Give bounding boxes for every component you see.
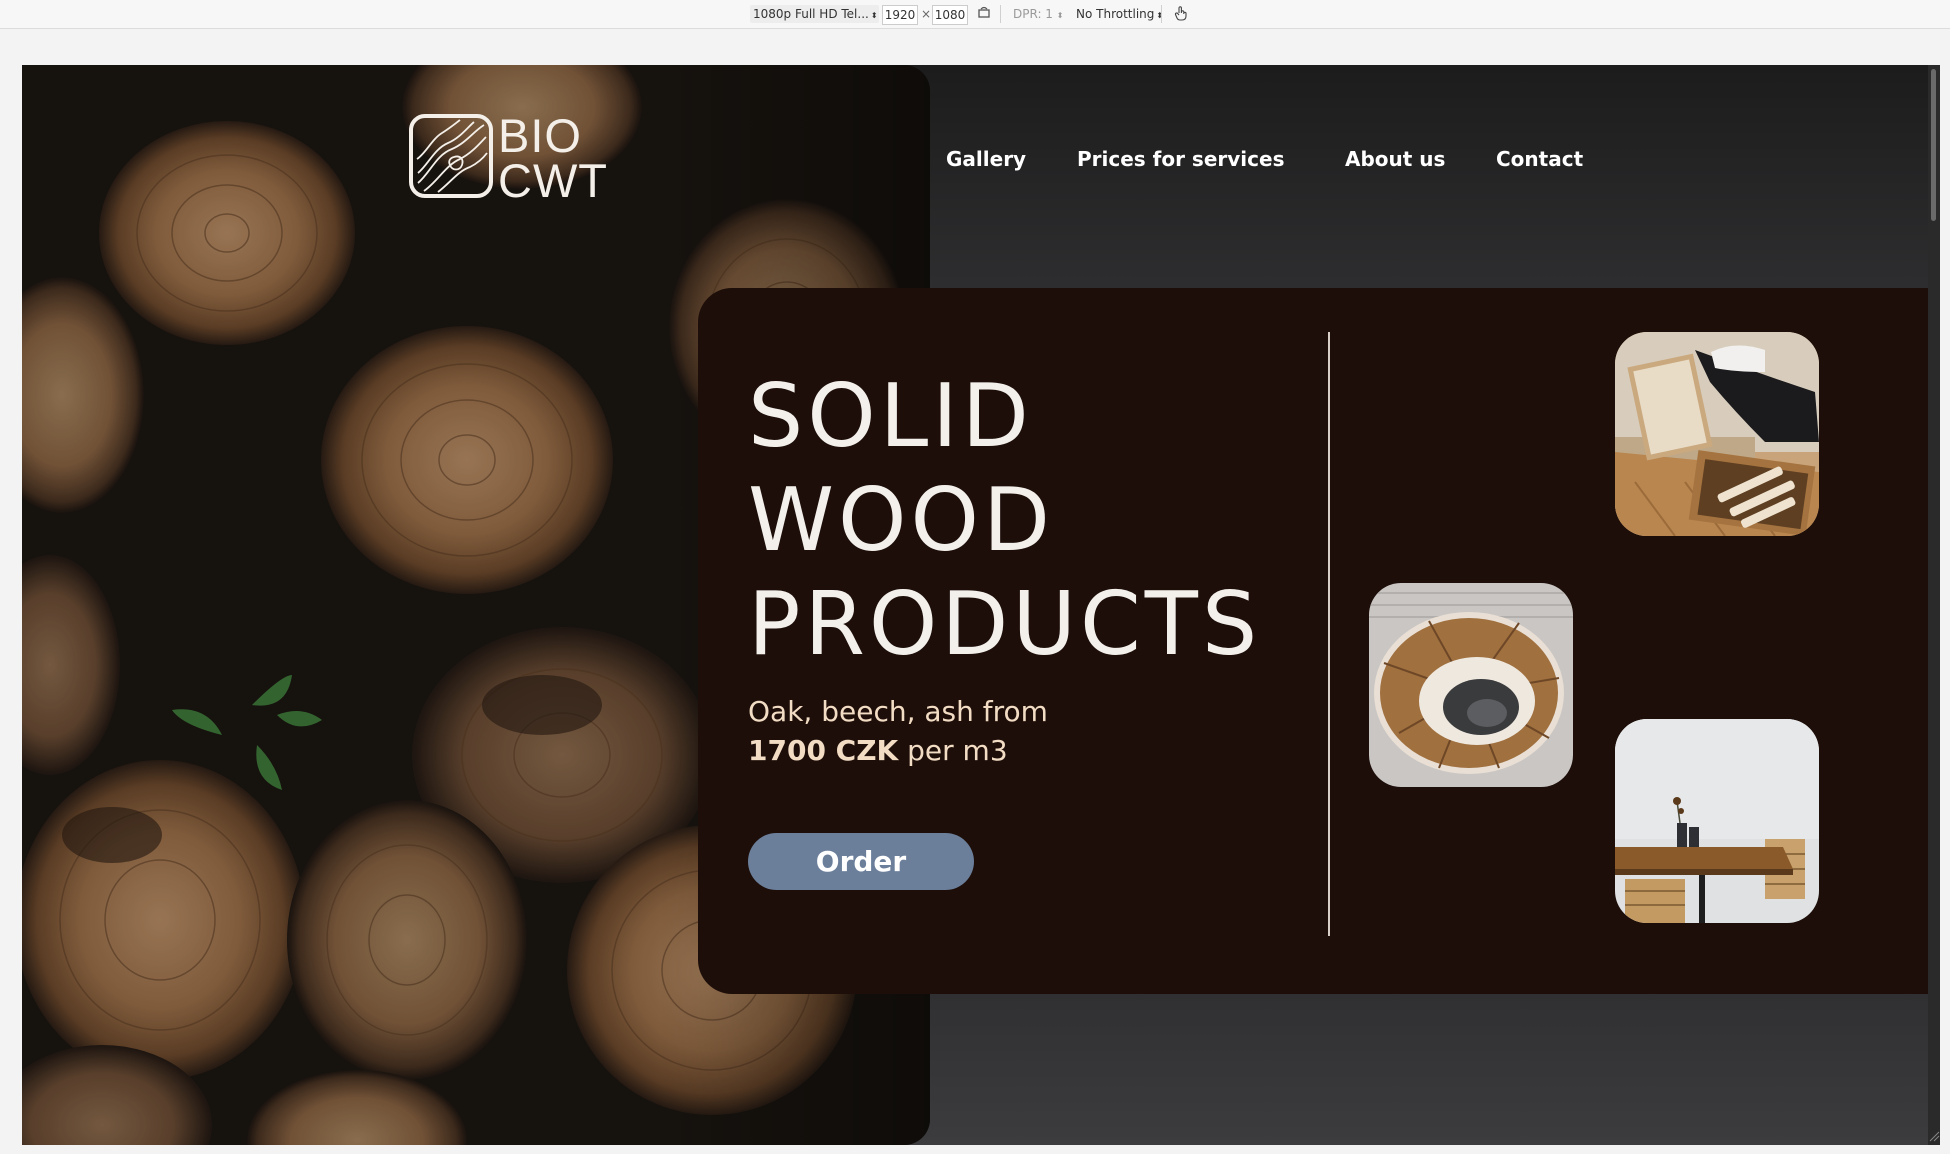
height-input[interactable]: 1080 xyxy=(932,5,968,25)
device-select-label: 1080p Full HD Tel... xyxy=(753,7,869,21)
logo-line-2: CWT xyxy=(498,154,609,207)
spiral-staircase-photo xyxy=(1369,583,1573,787)
site-logo[interactable]: BIO CWT xyxy=(408,112,618,204)
toolbar-divider xyxy=(1000,5,1001,23)
throttling-label: No Throttling xyxy=(1076,7,1155,21)
caret-updown-icon: ⬍ xyxy=(1056,11,1064,20)
resize-grip-icon[interactable] xyxy=(1928,1130,1940,1142)
hero-title-line-1: SOLID xyxy=(748,365,1033,467)
caret-updown-icon: ⬍ xyxy=(1156,11,1164,20)
nav-link-prices[interactable]: Prices for services xyxy=(1077,147,1284,171)
nav-link-gallery[interactable]: Gallery xyxy=(946,147,1026,171)
hero-title-line-2: WOOD xyxy=(748,469,1054,571)
hero-subtitle-line-2: 1700 CZK per m3 xyxy=(748,731,1048,770)
hero-subtitle: Oak, beech, ash from 1700 CZK per m3 xyxy=(748,692,1048,770)
nav-link-contact[interactable]: Contact xyxy=(1496,147,1583,171)
throttling-select[interactable]: No Throttling ⬍ xyxy=(1076,5,1163,23)
device-select[interactable]: 1080p Full HD Tel... ⬍ xyxy=(750,5,879,23)
hero-title: SOLID WOOD PRODUCTS xyxy=(748,364,1261,676)
wood-grain-logo-icon xyxy=(409,114,493,198)
order-button[interactable]: Order xyxy=(748,833,974,890)
hero-title-line-3: PRODUCTS xyxy=(748,573,1262,675)
logo-line-1: BIO xyxy=(498,109,582,162)
nav-link-about-us[interactable]: About us xyxy=(1345,147,1445,171)
dpr-label: DPR: 1 xyxy=(1013,7,1053,21)
width-input[interactable]: 1920 xyxy=(882,5,918,25)
hero-card: SOLID WOOD PRODUCTS Oak, beech, ash from… xyxy=(698,288,1940,994)
hero-price: 1700 CZK xyxy=(748,734,899,767)
toolbar-divider xyxy=(1161,5,1162,23)
rotate-device-icon[interactable] xyxy=(977,5,993,23)
dimension-separator: × xyxy=(921,7,932,21)
hero-price-unit: per m3 xyxy=(898,734,1008,767)
hero-subtitle-line-1: Oak, beech, ash from xyxy=(748,695,1048,728)
devtools-toolbar: 1080p Full HD Tel... ⬍ 1920 × 1080 DPR: 1… xyxy=(0,0,1950,29)
logo-wordmark: BIO CWT xyxy=(498,109,609,207)
table-chair-photo xyxy=(1615,719,1819,923)
page-viewport: BIO CWT Gallery Prices for services Abou… xyxy=(22,65,1940,1145)
page-scrollbar[interactable] xyxy=(1928,65,1940,1145)
caret-updown-icon: ⬍ xyxy=(870,11,878,20)
dpr-select[interactable]: DPR: 1 ⬍ xyxy=(1013,5,1063,23)
hero-divider xyxy=(1328,332,1330,936)
touch-hand-icon[interactable] xyxy=(1174,5,1190,23)
page-scrollbar-thumb[interactable] xyxy=(1931,69,1936,221)
chair-assembly-photo xyxy=(1615,332,1819,536)
